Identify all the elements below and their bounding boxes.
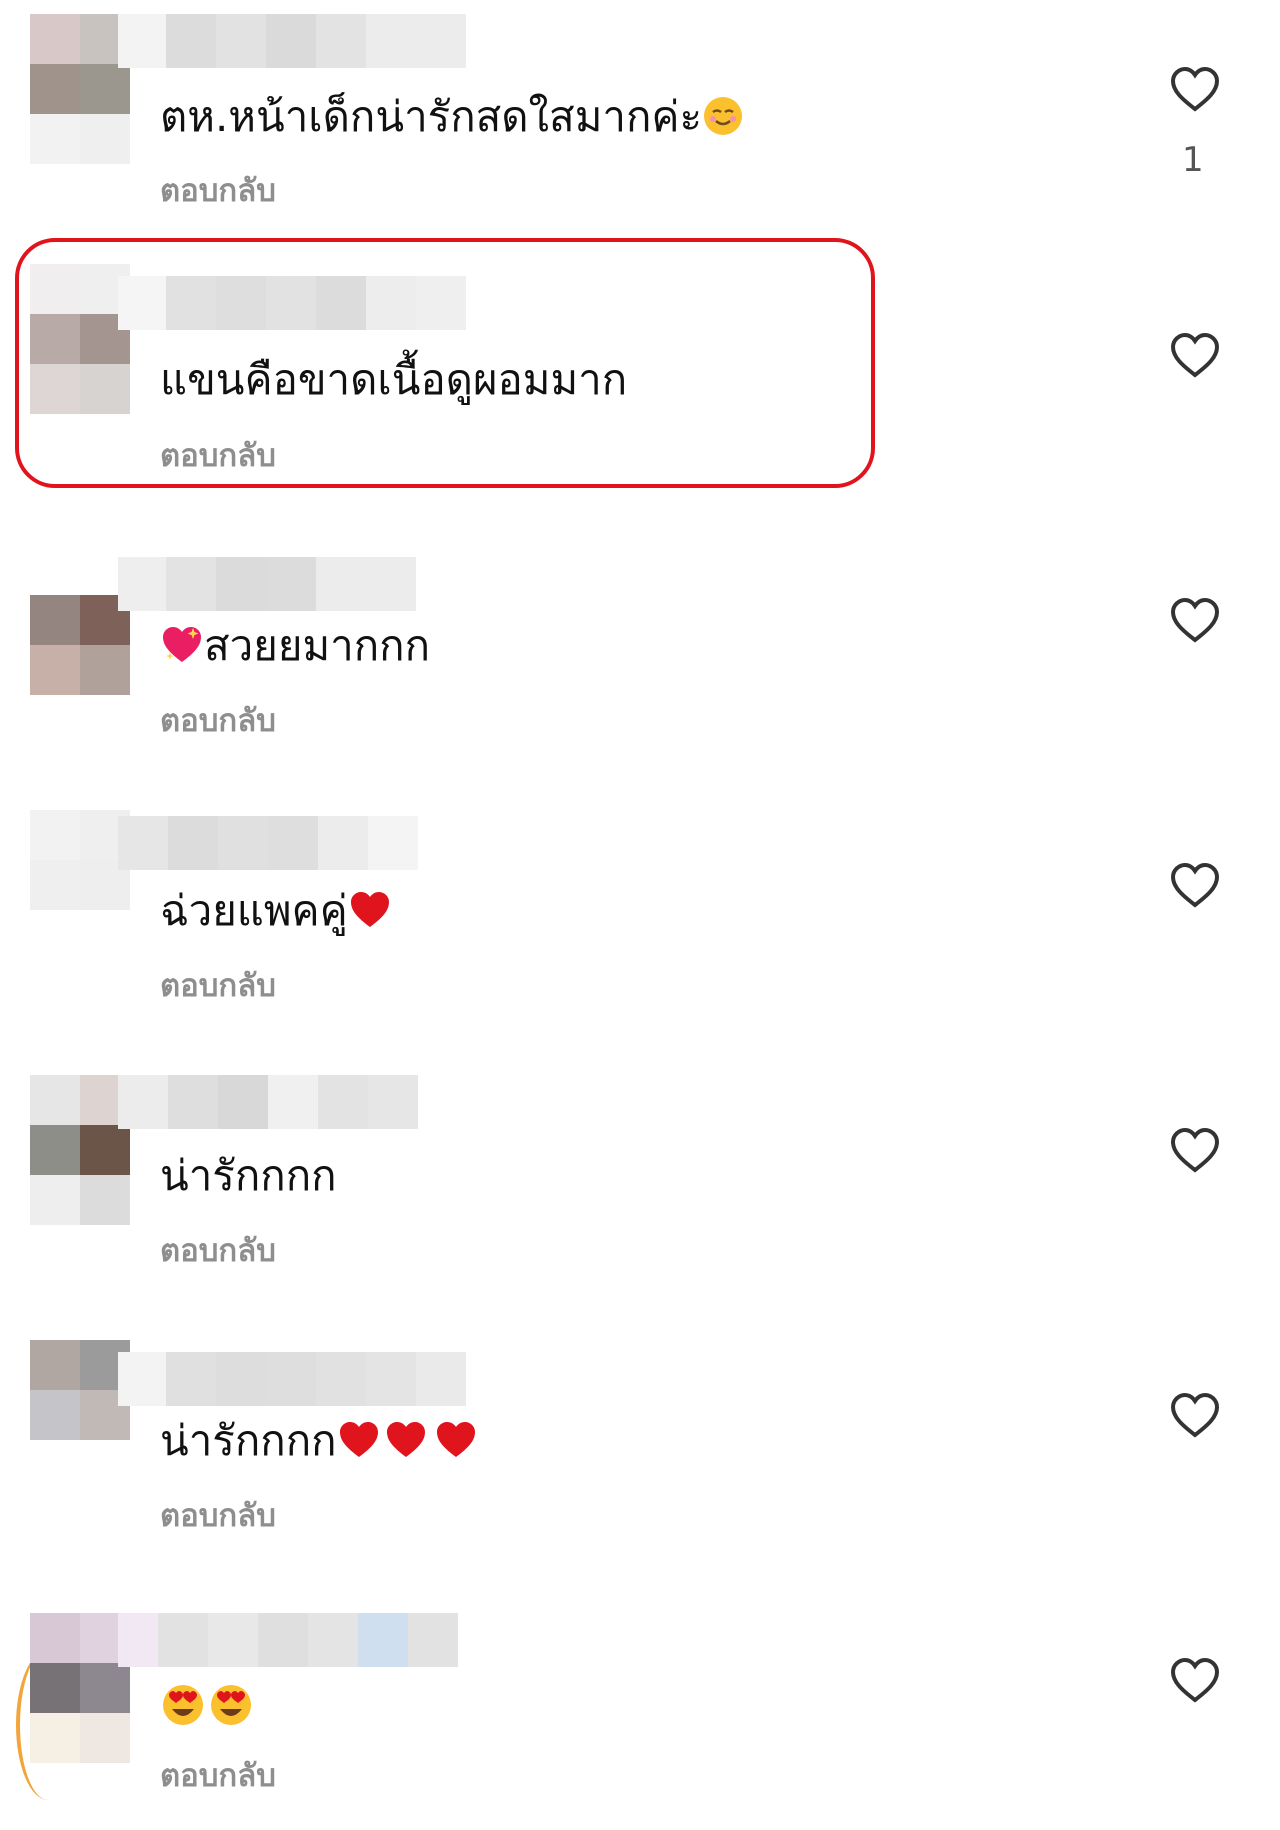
- reply-button[interactable]: ตอบกลับ: [160, 165, 276, 215]
- reply-button[interactable]: ตอบกลับ: [160, 1750, 276, 1800]
- red-heart-emoji-icon: [386, 1422, 425, 1457]
- comment-text: แขนคือขาดเนื้อดูผอมมาก: [160, 355, 628, 404]
- red-heart-emoji-icon: [339, 1422, 378, 1457]
- heart-outline-icon[interactable]: [1170, 1657, 1220, 1703]
- smiling-blush-emoji-icon: [704, 97, 743, 135]
- avatar[interactable]: [30, 14, 130, 164]
- comment-text-value: น่ารักกกก: [160, 1416, 337, 1465]
- red-heart-emoji-icon: [350, 892, 389, 927]
- heart-eyes-emoji-icon: [211, 1685, 251, 1725]
- avatar[interactable]: [30, 264, 130, 414]
- comment-text-value: ตห.หน้าเด็กน่ารักสดใสมากค่ะ: [160, 92, 703, 141]
- avatar[interactable]: [30, 1613, 130, 1763]
- comment-1: ตห.หน้าเด็กน่ารักสดใสมากค่ะ ตอบกลับ 1: [0, 0, 1280, 265]
- username-blurred[interactable]: [118, 14, 466, 68]
- comment-text: ตห.หน้าเด็กน่ารักสดใสมากค่ะ: [160, 92, 744, 142]
- heart-outline-icon[interactable]: [1170, 66, 1220, 112]
- avatar[interactable]: [30, 545, 130, 695]
- like-count: 1: [1182, 140, 1204, 180]
- comment-text: สวยยมากกก: [160, 621, 430, 671]
- comment-text: ฉ่วยแพคคู่: [160, 886, 392, 936]
- username-blurred[interactable]: [118, 276, 466, 330]
- heart-outline-icon[interactable]: [1170, 862, 1220, 908]
- avatar[interactable]: [30, 1340, 130, 1490]
- reply-button[interactable]: ตอบกลับ: [160, 695, 276, 745]
- heart-outline-icon[interactable]: [1170, 332, 1220, 378]
- heart-outline-icon[interactable]: [1170, 1392, 1220, 1438]
- red-heart-emoji-icon: [436, 1422, 475, 1457]
- comment-text-value: ฉ่วยแพคคู่: [160, 886, 348, 935]
- username-blurred[interactable]: [118, 1613, 458, 1667]
- comment-text-value: สวยยมากกก: [204, 621, 430, 670]
- comment-4: ฉ่วยแพคคู่ ตอบกลับ: [0, 770, 1280, 1035]
- username-blurred[interactable]: [118, 1075, 418, 1129]
- comment-text: [160, 1682, 256, 1732]
- username-blurred[interactable]: [118, 1352, 466, 1406]
- avatar[interactable]: [30, 1075, 130, 1225]
- comment-text: น่ารักกกก: [160, 1416, 481, 1466]
- avatar[interactable]: [30, 810, 130, 960]
- comment-7: ตอบกลับ: [0, 1565, 1280, 1830]
- reply-button[interactable]: ตอบกลับ: [160, 430, 276, 480]
- comment-2: แขนคือขาดเนื้อดูผอมมาก ตอบกลับ: [0, 240, 1280, 505]
- heart-outline-icon[interactable]: [1170, 1127, 1220, 1173]
- heart-outline-icon[interactable]: [1170, 597, 1220, 643]
- comment-6: น่ารักกกก ตอบกลับ: [0, 1300, 1280, 1565]
- reply-button[interactable]: ตอบกลับ: [160, 1490, 276, 1540]
- sparkling-heart-emoji-icon: [163, 627, 201, 662]
- comment-text: น่ารักกกก: [160, 1151, 337, 1200]
- username-blurred[interactable]: [118, 557, 416, 611]
- username-blurred[interactable]: [118, 816, 418, 870]
- comment-5: น่ารักกกก ตอบกลับ: [0, 1035, 1280, 1300]
- reply-button[interactable]: ตอบกลับ: [160, 960, 276, 1010]
- comment-3: สวยยมากกก ตอบกลับ: [0, 505, 1280, 770]
- reply-button[interactable]: ตอบกลับ: [160, 1225, 276, 1275]
- heart-eyes-emoji-icon: [163, 1685, 203, 1725]
